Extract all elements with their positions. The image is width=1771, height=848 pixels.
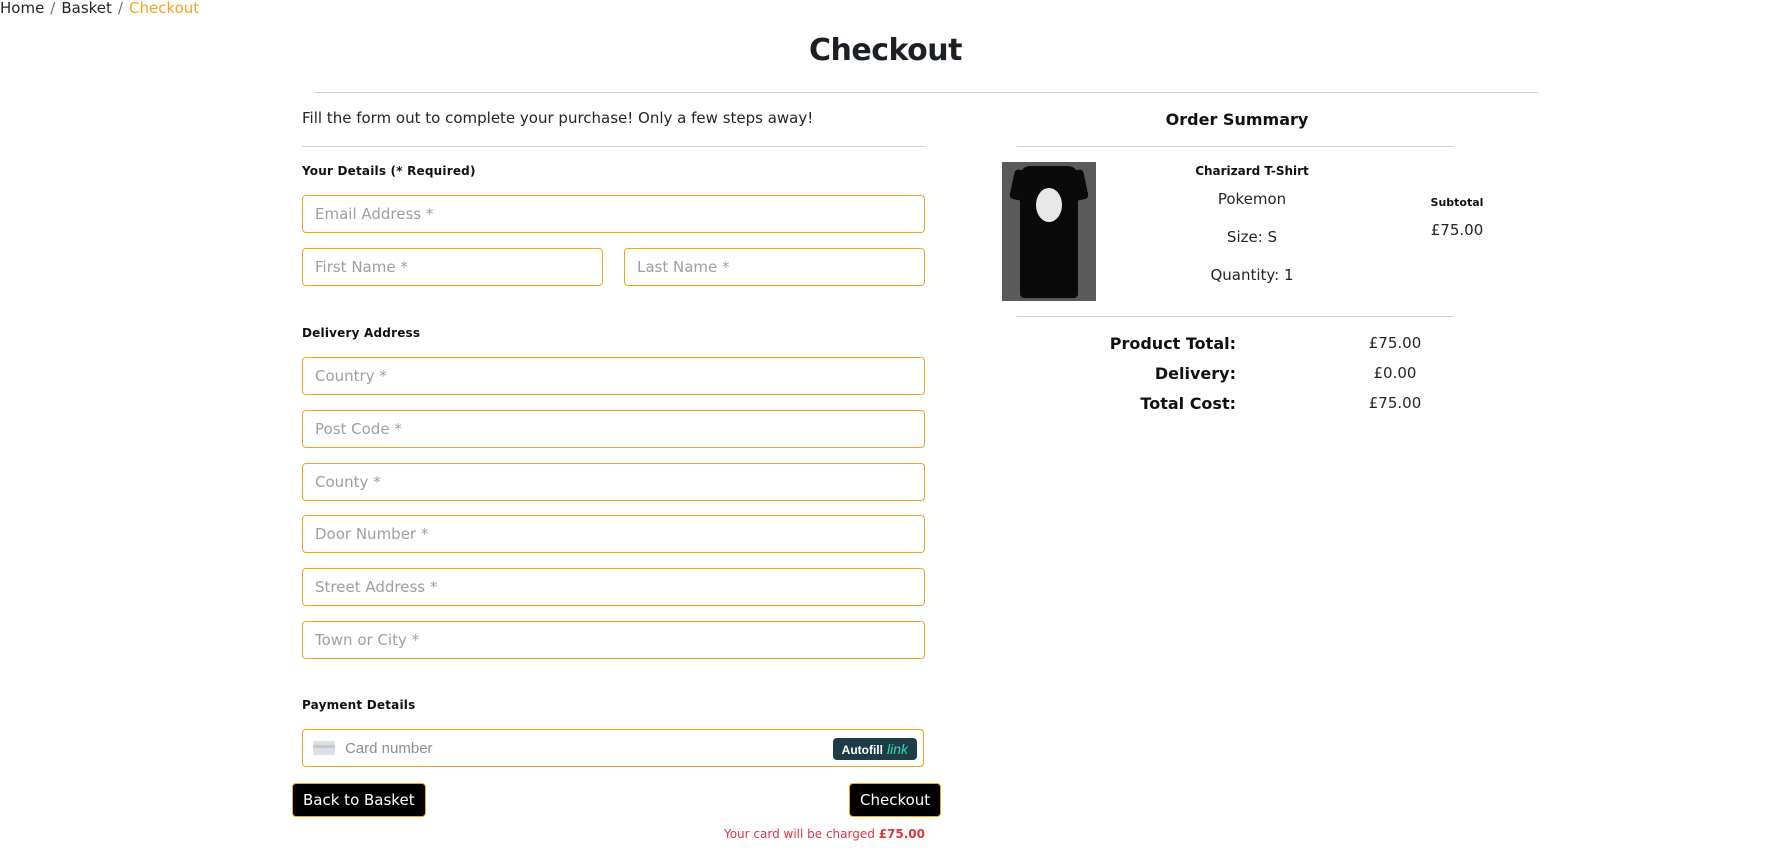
item-name: Charizard T-Shirt <box>1195 164 1309 178</box>
checkout-button[interactable]: Checkout <box>849 783 942 817</box>
back-to-basket-button[interactable]: Back to Basket <box>292 783 426 817</box>
door-number-field[interactable] <box>302 515 925 553</box>
totals-divider <box>1017 316 1454 317</box>
link-brand-icon: link <box>886 741 908 757</box>
email-field[interactable] <box>302 195 925 233</box>
charge-note: Your card will be charged £75.00 <box>600 827 925 841</box>
charge-amount: £75.00 <box>878 827 925 841</box>
county-field[interactable] <box>302 463 925 501</box>
item-quantity: Quantity: 1 <box>1210 266 1294 284</box>
payment-heading: Payment Details <box>302 698 416 712</box>
product-total-value: £75.00 <box>1368 334 1422 352</box>
intro-divider <box>302 146 925 147</box>
country-field[interactable] <box>302 357 925 395</box>
autofill-link-button[interactable]: Autofill link <box>832 738 917 760</box>
summary-title: Order Summary <box>1165 110 1309 129</box>
product-image <box>1002 162 1096 301</box>
credit-card-icon <box>313 741 335 755</box>
item-size: Size: S <box>1226 228 1278 246</box>
autofill-label: Autofill <box>841 743 883 757</box>
first-name-field[interactable] <box>302 248 603 286</box>
intro-text: Fill the form out to complete your purch… <box>302 109 814 127</box>
breadcrumb-home[interactable]: Home <box>0 0 44 17</box>
delivery-value: £0.00 <box>1373 364 1417 382</box>
breadcrumb-separator: / <box>50 0 56 17</box>
item-brand: Pokemon <box>1217 190 1287 208</box>
subtotal-value: £75.00 <box>1430 221 1484 239</box>
shirt-body <box>1020 166 1078 298</box>
charizard-logo-icon <box>1036 188 1062 222</box>
page-title: Checkout <box>809 33 962 68</box>
street-address-field[interactable] <box>302 568 925 606</box>
details-heading: Your Details (* Required) <box>302 164 476 178</box>
subtotal-label: Subtotal <box>1430 196 1484 209</box>
breadcrumb-basket[interactable]: Basket <box>61 0 112 17</box>
product-total-label: Product Total: <box>1109 334 1236 353</box>
title-divider <box>314 92 1538 93</box>
last-name-field[interactable] <box>624 248 925 286</box>
delivery-label: Delivery: <box>1154 364 1236 383</box>
town-field[interactable] <box>302 621 925 659</box>
breadcrumb: Home / Basket / Checkout <box>0 0 205 16</box>
card-number-box[interactable]: Autofilllink <box>302 729 924 767</box>
charge-note-text: Your card will be charged <box>723 827 875 841</box>
breadcrumb-current: Checkout <box>128 0 200 17</box>
summary-divider <box>1017 146 1454 147</box>
breadcrumb-separator: / <box>117 0 123 17</box>
delivery-heading: Delivery Address <box>302 326 421 340</box>
total-cost-value: £75.00 <box>1368 394 1422 412</box>
total-cost-label: Total Cost: <box>1140 394 1236 413</box>
card-number-field[interactable] <box>343 730 827 767</box>
postcode-field[interactable] <box>302 410 925 448</box>
